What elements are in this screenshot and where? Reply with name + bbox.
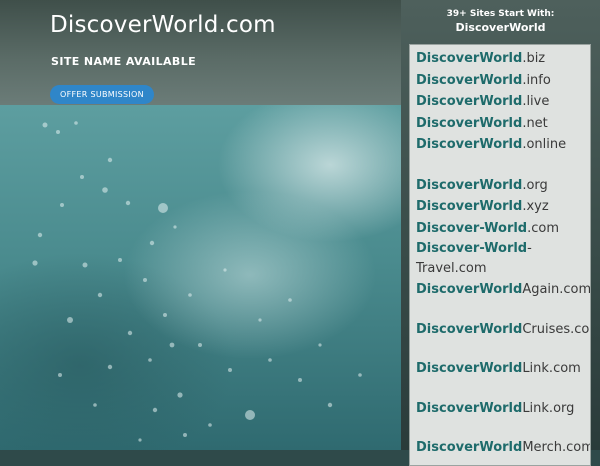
domain-link[interactable]: DiscoverWorld.xyz [416,196,590,218]
domain-link[interactable]: Discover-World-Travel.com [416,239,584,279]
domain-link[interactable]: Discover-World.com [416,218,590,240]
list-spacer [416,156,590,175]
availability-label: SITE NAME AVAILABLE [51,55,197,68]
domain-link[interactable]: DiscoverWorld.online [416,134,590,156]
list-spacer [416,301,590,319]
domain-link[interactable]: DiscoverWorld.info [416,70,590,92]
domain-link[interactable]: DiscoverWorldLink.org [416,398,590,420]
offer-submission-button[interactable]: OFFER SUBMISSION [50,85,154,104]
domain-link[interactable]: DiscoverWorldCruises.com [416,319,590,341]
list-spacer [416,340,590,358]
domain-link[interactable]: DiscoverWorld.net [416,113,590,135]
domain-link[interactable]: DiscoverWorldMerch.com [416,437,590,459]
domain-link[interactable]: DiscoverWorld.live [416,91,590,113]
list-spacer [416,380,590,398]
domain-list-panel[interactable]: DiscoverWorld.biz DiscoverWorld.info Dis… [409,44,591,466]
domain-link[interactable]: DiscoverWorldLink.com [416,358,590,380]
sidebar-keyword-heading: DiscoverWorld [455,21,546,34]
domain-link[interactable]: DiscoverWorld.biz [416,48,590,70]
domain-link[interactable]: DiscoverWorld.org [416,175,590,197]
sidebar-count-heading: 39+ Sites Start With: [446,9,555,19]
site-title: DiscoverWorld.com [50,12,276,38]
water-droplets-image [32,121,362,442]
domain-link[interactable]: DiscoverWorldAgain.com [416,279,590,301]
list-spacer [416,419,590,437]
domain-list: DiscoverWorld.biz DiscoverWorld.info Dis… [410,45,590,459]
